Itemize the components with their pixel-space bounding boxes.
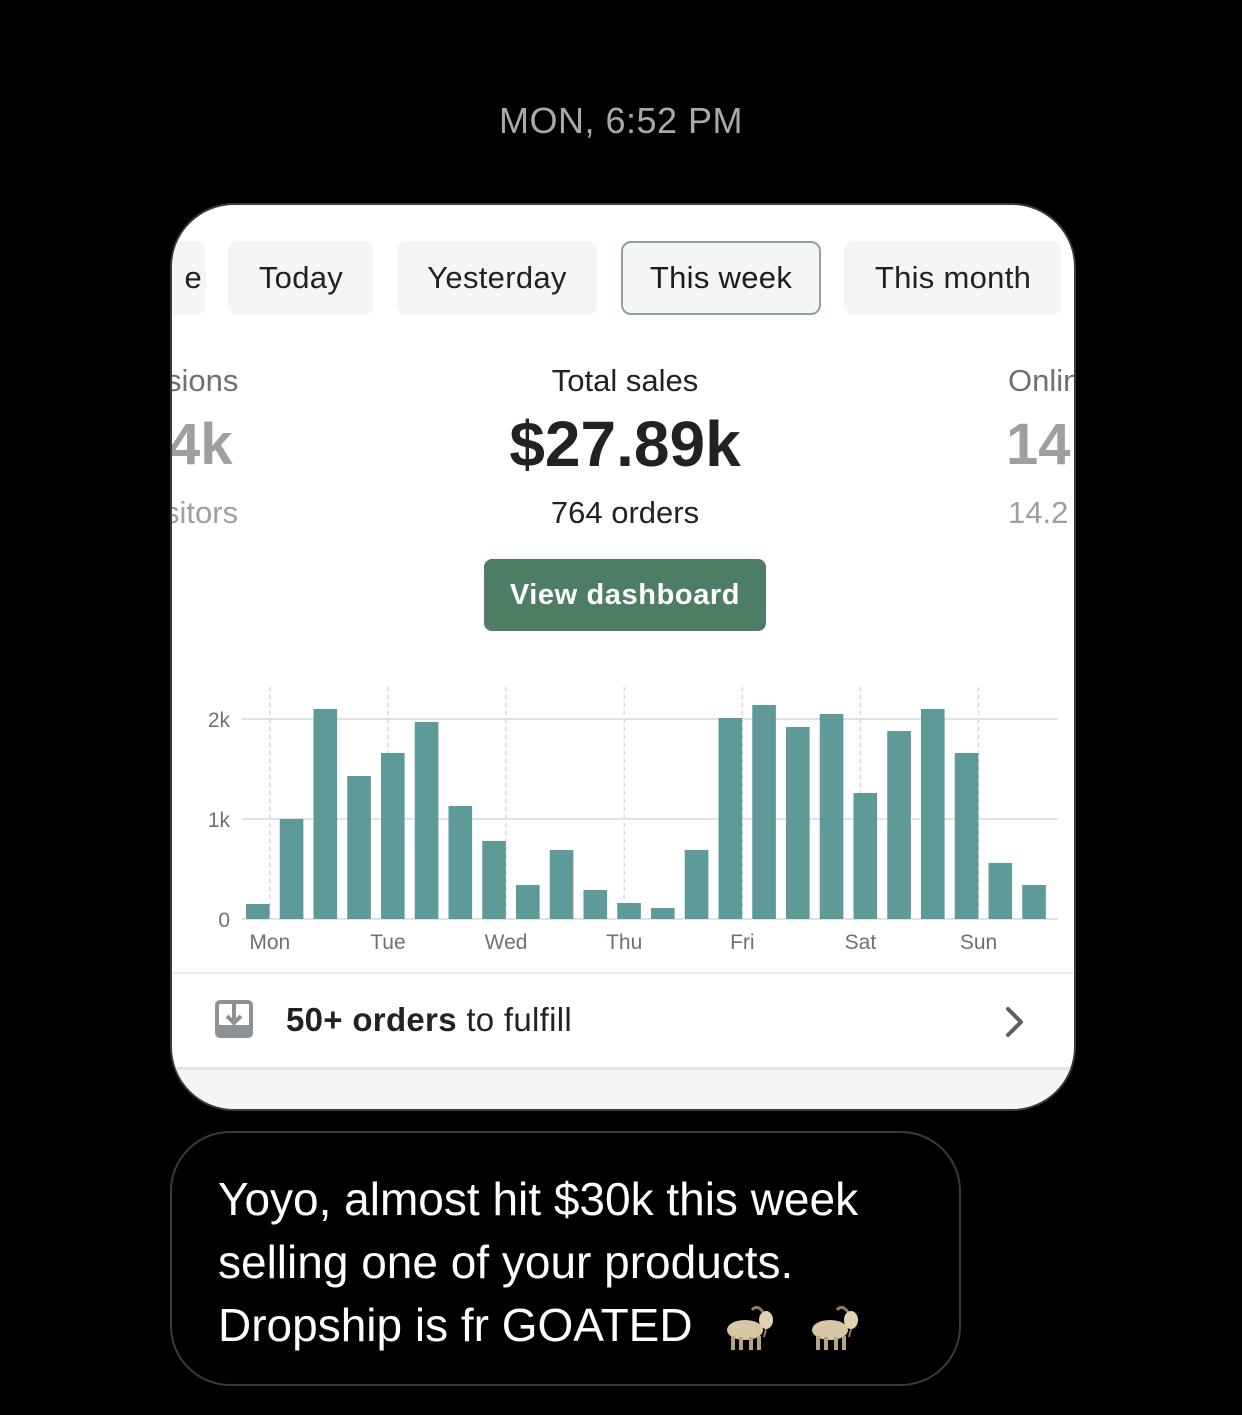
- x-tick-label: Tue: [370, 931, 405, 954]
- chart-bar: [786, 727, 810, 919]
- chart-bar: [617, 903, 641, 919]
- chart-bar: [347, 776, 371, 919]
- tab-today[interactable]: Today: [228, 241, 374, 315]
- total-sales-label: Total sales: [551, 363, 699, 398]
- chart-bar: [549, 850, 574, 919]
- tab-this-month[interactable]: This month: [844, 241, 1062, 315]
- message-line-1: Yoyo, almost hit $30k this week: [218, 1173, 859, 1225]
- chart-bar: [448, 806, 473, 919]
- metric-right-label: Onlin: [1008, 363, 1076, 398]
- chart-bar: [482, 841, 506, 919]
- y-tick-label: 2k: [208, 709, 231, 732]
- tab-yesterday[interactable]: Yesterday: [397, 241, 597, 315]
- chevron-right-icon: [1006, 1007, 1023, 1037]
- chart-bar: [313, 709, 338, 919]
- x-tick-label: Fri: [730, 931, 755, 954]
- x-tick-label: Mon: [249, 931, 290, 954]
- sales-bar-chart: 0 1k 2k Mon Tue Wed Thu Fri Sat Sun: [208, 687, 1058, 954]
- tab-previous-partial[interactable]: e: [172, 241, 206, 315]
- chart-bar: [819, 714, 844, 919]
- orders-count: 764 orders: [550, 495, 700, 530]
- metric-right-value: 14: [1006, 412, 1071, 477]
- y-tick-label: 1k: [208, 809, 231, 832]
- chart-bar: [954, 753, 979, 919]
- message-line-3: Dropship is fr GOATED: [218, 1294, 959, 1357]
- x-tick-label: Sun: [960, 931, 997, 954]
- chart-bar: [921, 709, 945, 919]
- chart-bar: [414, 722, 439, 919]
- message-line-2: selling one of your products.: [218, 1236, 794, 1288]
- inbox-download-icon: [215, 1000, 253, 1038]
- x-tick-label: Thu: [606, 931, 642, 954]
- divider: [172, 972, 1074, 974]
- fulfill-text: 50+ orders to fulfill: [286, 1001, 572, 1039]
- fulfill-count: 50+ orders: [286, 1001, 457, 1038]
- date-range-tabs: e Today Yesterday This week This month: [172, 241, 1074, 317]
- goat-icon: [812, 1305, 859, 1350]
- chart-bar: [853, 793, 878, 919]
- message-timestamp: MON, 6:52 PM: [498, 100, 744, 141]
- chart-bar: [684, 850, 709, 919]
- tab-this-week[interactable]: This week: [621, 241, 821, 315]
- chart-bar: [718, 718, 743, 919]
- view-dashboard-button[interactable]: View dashboard: [484, 559, 766, 631]
- chart-bar: [752, 705, 776, 919]
- total-sales-value: $27.89k: [509, 408, 741, 480]
- card-footer: [172, 1067, 1074, 1109]
- orders-to-fulfill-row[interactable]: 50+ orders to fulfill: [172, 975, 1074, 1069]
- x-tick-label: Wed: [485, 931, 528, 954]
- message-line-3-text: Dropship is fr GOATED: [218, 1299, 693, 1351]
- goat-icon: [727, 1305, 774, 1350]
- y-tick-label: 0: [218, 909, 230, 932]
- metric-right-sub: 14.2: [1008, 495, 1069, 530]
- chat-message-bubble[interactable]: Yoyo, almost hit $30k this week selling …: [170, 1131, 961, 1386]
- x-tick-label: Sat: [845, 931, 877, 954]
- chart-bar: [279, 819, 304, 919]
- chart-bar: [246, 904, 270, 919]
- chart-bar: [583, 890, 608, 919]
- shared-screenshot-card[interactable]: e Today Yesterday This week This month s…: [170, 203, 1076, 1111]
- chart-bar: [516, 885, 540, 919]
- chart-bar: [381, 753, 405, 919]
- chart-bar: [988, 863, 1013, 919]
- chart-bar: [651, 908, 675, 919]
- chart-bar: [887, 731, 911, 919]
- chart-bar: [1022, 885, 1046, 919]
- fulfill-suffix: to fulfill: [456, 1001, 573, 1038]
